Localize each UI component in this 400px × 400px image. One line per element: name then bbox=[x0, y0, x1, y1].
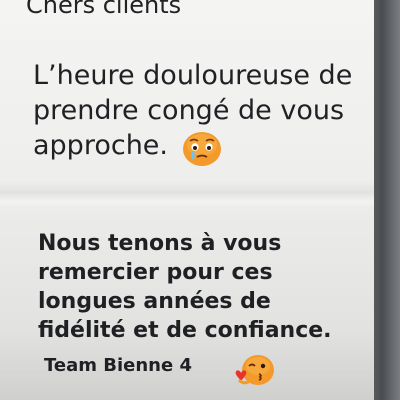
thanks-line: longues années de bbox=[38, 289, 271, 314]
thanks-line: Nous tenons à vous bbox=[38, 231, 282, 256]
crying-face-emoji bbox=[183, 132, 221, 166]
thanks-line: remercier pour ces bbox=[38, 260, 273, 285]
thanks-paragraph: Nous tenons à vous remercier pour ces lo… bbox=[38, 229, 332, 345]
kissing-face-emoji bbox=[235, 355, 274, 385]
farewell-line: prendre congé de vous bbox=[33, 95, 345, 126]
paper-sign: Chers clients L’heure douloureuse de pre… bbox=[0, 0, 374, 400]
photo-scene: Chers clients L’heure douloureuse de pre… bbox=[0, 0, 400, 400]
sign-heading: Chers clients bbox=[26, 0, 182, 19]
paper-fold bbox=[0, 182, 374, 208]
farewell-line: L’heure douloureuse de bbox=[33, 60, 353, 91]
thanks-line: fidélité et de confiance. bbox=[38, 318, 332, 343]
window-frame bbox=[370, 0, 400, 400]
team-signature: Team Bienne 4 bbox=[44, 355, 192, 376]
